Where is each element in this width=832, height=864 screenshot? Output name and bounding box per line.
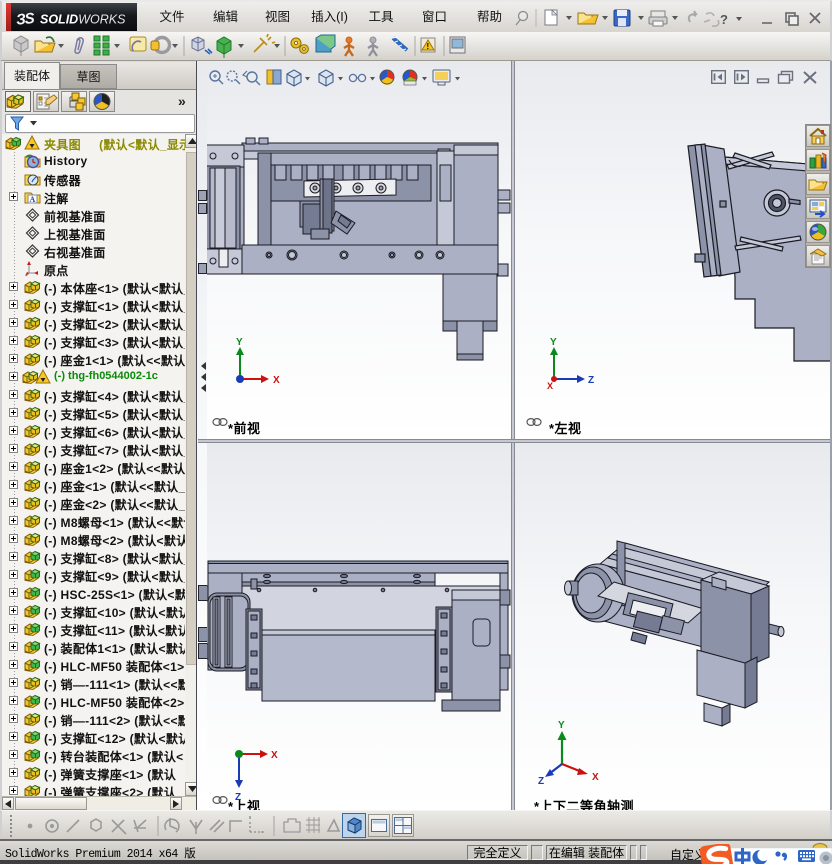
svg-text:Z: Z (235, 792, 241, 803)
svg-text:ЗS: ЗS (15, 10, 35, 29)
svg-text:X: X (271, 750, 278, 761)
svg-text:X: X (547, 381, 553, 391)
svg-text:Y: Y (236, 337, 243, 348)
svg-text:A: A (30, 195, 36, 204)
svg-text:Z: Z (588, 375, 594, 386)
svg-text:Y: Y (550, 337, 557, 348)
svg-text:!: ! (427, 42, 430, 51)
svg-text:Y: Y (558, 720, 565, 731)
svg-text:Z: Z (538, 776, 544, 786)
svg-text:?: ? (720, 12, 728, 27)
svg-text:SOLIDWORKS: SOLIDWORKS (40, 13, 126, 27)
svg-text:X: X (273, 375, 280, 386)
svg-text:X: X (592, 772, 599, 783)
